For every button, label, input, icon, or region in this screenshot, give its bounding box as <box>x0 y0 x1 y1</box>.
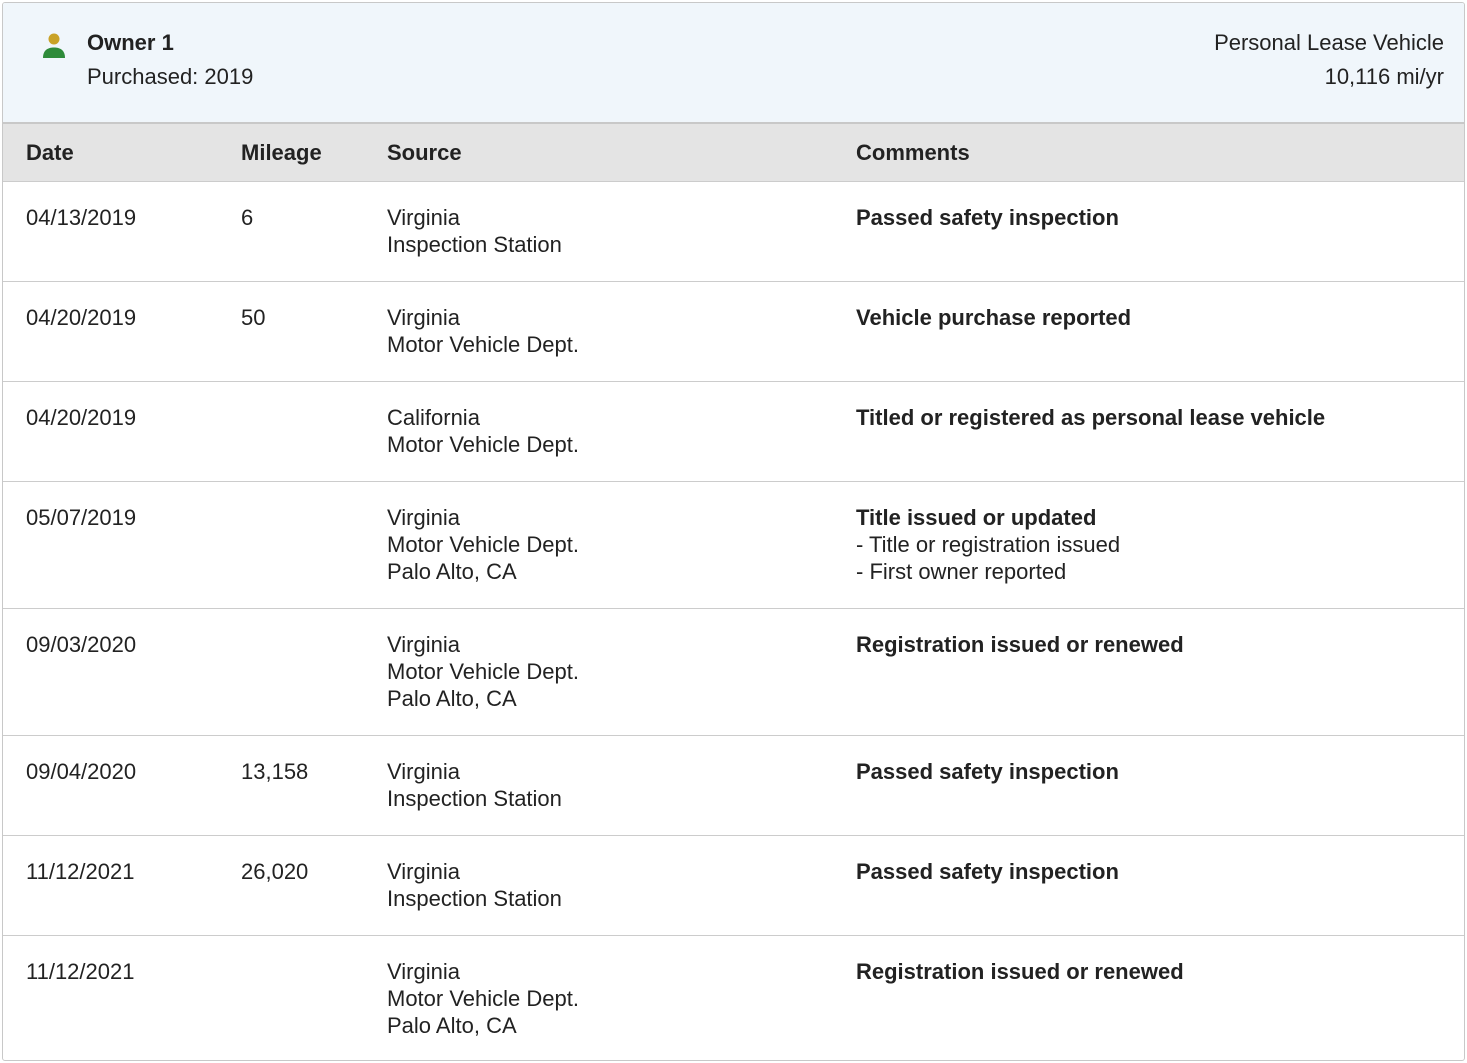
owner-vehicle-type: Personal Lease Vehicle <box>1214 30 1444 55</box>
cell-comments: Registration issued or renewed <box>833 608 1464 736</box>
cell-date: 11/12/2021 <box>3 835 218 936</box>
cell-mileage <box>218 381 364 482</box>
source-line: Motor Vehicle Dept. <box>387 986 579 1011</box>
source-line: California <box>387 405 480 430</box>
source-line: Virginia <box>387 505 460 530</box>
cell-date: 04/20/2019 <box>3 281 218 382</box>
table-row: 11/12/2021 Virginia Motor Vehicle Dept. Pal… <box>3 936 1464 1061</box>
cell-source: Virginia Inspection Station <box>364 835 833 936</box>
column-header-comments: Comments <box>833 124 1464 182</box>
table-row: 05/07/2019 Virginia Motor Vehicle Dept. Pal… <box>3 481 1464 609</box>
cell-source: Virginia Motor Vehicle Dept. Palo Alto, CA <box>364 936 833 1061</box>
table-row: 11/12/2021 26,020 Virginia Inspection Stati… <box>3 835 1464 936</box>
history-table: Date Mileage Source Comments 04/13/2019 6… <box>3 124 1464 1061</box>
cell-source: Virginia Motor Vehicle Dept. Palo Alto, CA <box>364 608 833 736</box>
comment-detail: - Title or registration issued <box>856 532 1121 557</box>
cell-comments: Passed safety inspection <box>833 735 1464 836</box>
cell-source: Virginia Inspection Station <box>364 181 833 282</box>
comment-title: Title issued or updated <box>856 505 1097 530</box>
cell-mileage <box>218 936 364 1061</box>
table-row: 09/04/2020 13,158 Virginia Inspection Stati… <box>3 735 1464 836</box>
history-table-body: 04/13/2019 6 Virginia Inspection Station Pas… <box>3 181 1464 1061</box>
source-line: Virginia <box>387 859 460 884</box>
owner-name: Owner 1 <box>87 30 174 55</box>
cell-mileage <box>218 481 364 609</box>
person-icon <box>43 33 65 58</box>
cell-mileage <box>218 608 364 736</box>
comment-title: Titled or registered as personal lease v… <box>856 405 1326 430</box>
history-table-header: Date Mileage Source Comments <box>3 124 1464 182</box>
source-line: Motor Vehicle Dept. <box>387 659 579 684</box>
person-icon-body <box>43 47 65 58</box>
column-header-date: Date <box>3 124 218 182</box>
source-line: Virginia <box>387 959 460 984</box>
table-row: 04/20/2019 50 Virginia Motor Vehicle Dept. V… <box>3 281 1464 382</box>
cell-date: 09/04/2020 <box>3 735 218 836</box>
cell-mileage: 13,158 <box>218 735 364 836</box>
source-line: Virginia <box>387 759 460 784</box>
source-line: Motor Vehicle Dept. <box>387 532 579 557</box>
cell-mileage: 26,020 <box>218 835 364 936</box>
cell-date: 04/20/2019 <box>3 381 218 482</box>
comment-detail: - First owner reported <box>856 559 1067 584</box>
owner-purchased-year: Purchased: 2019 <box>87 64 254 89</box>
source-line: Palo Alto, CA <box>387 1013 517 1038</box>
source-line: Motor Vehicle Dept. <box>387 432 579 457</box>
comment-title: Registration issued or renewed <box>856 959 1184 984</box>
cell-mileage: 50 <box>218 281 364 382</box>
cell-comments: Vehicle purchase reported <box>833 281 1464 382</box>
cell-date: 09/03/2020 <box>3 608 218 736</box>
table-row: 04/13/2019 6 Virginia Inspection Station Pas… <box>3 181 1464 282</box>
cell-source: Virginia Inspection Station <box>364 735 833 836</box>
cell-source: Virginia Motor Vehicle Dept. Palo Alto, CA <box>364 481 833 609</box>
source-line: Palo Alto, CA <box>387 559 517 584</box>
source-line: Inspection Station <box>387 232 562 257</box>
cell-mileage: 6 <box>218 181 364 282</box>
source-line: Palo Alto, CA <box>387 686 517 711</box>
cell-comments: Passed safety inspection <box>833 835 1464 936</box>
cell-comments: Titled or registered as personal lease v… <box>833 381 1464 482</box>
comment-title: Passed safety inspection <box>856 759 1119 784</box>
cell-source: California Motor Vehicle Dept. <box>364 381 833 482</box>
source-line: Inspection Station <box>387 886 562 911</box>
comment-title: Vehicle purchase reported <box>856 305 1132 330</box>
table-row: 04/20/2019 California Motor Vehicle Dept. T… <box>3 381 1464 482</box>
cell-comments: Registration issued or renewed <box>833 936 1464 1061</box>
cell-date: 04/13/2019 <box>3 181 218 282</box>
column-header-mileage: Mileage <box>218 124 364 182</box>
source-line: Virginia <box>387 632 460 657</box>
source-line: Inspection Station <box>387 786 562 811</box>
owner-header: Owner 1 Purchased: 2019 Personal Lease V… <box>3 3 1464 124</box>
header-row: Date Mileage Source Comments <box>3 124 1464 182</box>
comment-title: Passed safety inspection <box>856 859 1119 884</box>
owner-history-card: Owner 1 Purchased: 2019 Personal Lease V… <box>2 2 1465 1061</box>
cell-date: 11/12/2021 <box>26 959 135 984</box>
owner-annual-mileage: 10,116 mi/yr <box>1324 64 1444 89</box>
source-line: Motor Vehicle Dept. <box>387 332 579 357</box>
comment-title: Registration issued or renewed <box>856 632 1184 657</box>
cell-comments: Title issued or updated - Title or regist… <box>833 481 1464 609</box>
cell-date: 05/07/2019 <box>3 481 218 609</box>
column-header-source: Source <box>364 124 833 182</box>
person-icon-head <box>48 33 60 45</box>
table-row: 09/03/2020 Virginia Motor Vehicle Dept. Pal… <box>3 608 1464 736</box>
source-line: Virginia <box>387 305 460 330</box>
source-line: Virginia <box>387 205 460 230</box>
comment-title: Passed safety inspection <box>856 205 1119 230</box>
cell-source: Virginia Motor Vehicle Dept. <box>364 281 833 382</box>
cell-comments: Passed safety inspection <box>833 181 1464 282</box>
